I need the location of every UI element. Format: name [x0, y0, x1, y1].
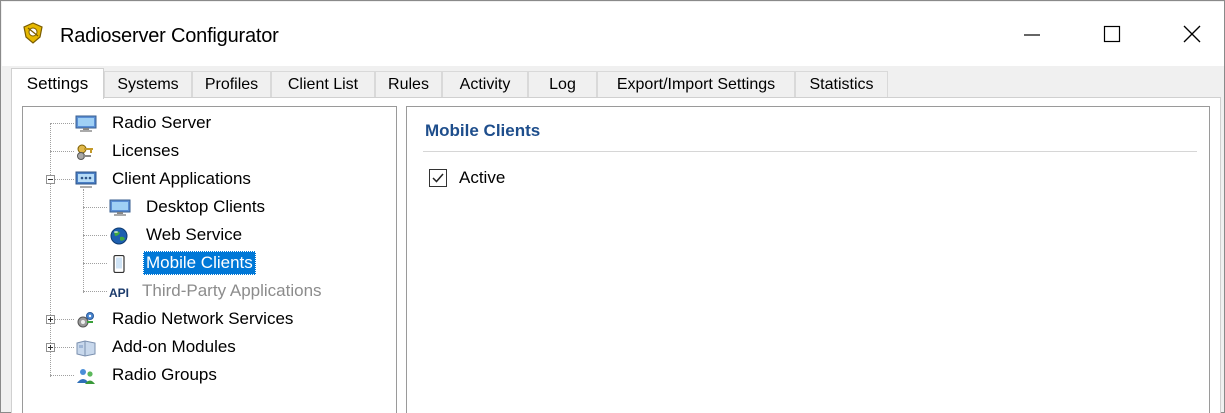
tree-connector: [54, 179, 74, 180]
tree-connector: [50, 123, 74, 124]
collapse-client-applications-toggle[interactable]: [46, 175, 55, 184]
monitor-icon: [109, 199, 131, 217]
monitor-icon: [75, 115, 97, 133]
tree-connector: [83, 207, 107, 208]
mobile-phone-icon: [111, 254, 131, 274]
tree-item-label: Client Applications: [112, 169, 251, 188]
tree-item-label: Desktop Clients: [146, 197, 266, 216]
tree-item-web-service[interactable]: Web Service: [109, 223, 389, 249]
settings-content: Radio Server Licenses Client Application…: [11, 98, 1221, 413]
tab-systems[interactable]: Systems: [104, 71, 192, 98]
tree-item-label: Mobile Clients: [143, 251, 256, 275]
tree-item-radio-server[interactable]: Radio Server: [75, 111, 375, 137]
tree-item-radio-groups[interactable]: Radio Groups: [75, 363, 375, 389]
tree-item-desktop-clients[interactable]: Desktop Clients: [109, 195, 389, 221]
settings-tree[interactable]: Radio Server Licenses Client Application…: [22, 106, 397, 413]
maximize-icon: [1103, 25, 1121, 43]
tab-settings[interactable]: Settings: [11, 68, 104, 99]
minimize-button[interactable]: [992, 2, 1072, 66]
tree-connector: [50, 151, 74, 152]
expand-add-on-modules-toggle[interactable]: [46, 343, 55, 352]
tree-item-client-applications[interactable]: Client Applications: [75, 167, 375, 193]
tree-item-third-party-applications[interactable]: API Third-Party Applications: [109, 279, 389, 305]
tree-item-add-on-modules[interactable]: Add-on Modules: [75, 335, 375, 361]
users-group-icon: [75, 367, 95, 385]
tree-item-radio-network-services[interactable]: Radio Network Services: [75, 307, 375, 333]
expand-radio-network-services-toggle[interactable]: [46, 315, 55, 324]
tree-item-label: Third-Party Applications: [142, 281, 322, 300]
tree-item-label: Add-on Modules: [112, 337, 236, 356]
app-window: Radioserver Configurator Settings System…: [0, 0, 1225, 413]
tree-connector: [54, 319, 74, 320]
tab-rules[interactable]: Rules: [375, 71, 442, 98]
checkmark-icon: [432, 173, 444, 183]
active-checkbox[interactable]: [429, 169, 447, 187]
globe-icon: [109, 227, 129, 245]
tab-log[interactable]: Log: [528, 71, 597, 98]
tree-connector: [83, 235, 107, 236]
minimize-icon: [1024, 34, 1040, 36]
tree-connector: [83, 189, 84, 293]
modules-icon: [75, 339, 96, 357]
radioserver-shield-icon: [22, 22, 44, 44]
mobile-clients-panel: Mobile Clients Active: [406, 106, 1210, 413]
tree-connector: [50, 123, 51, 377]
keys-icon: [75, 143, 95, 161]
tab-statistics[interactable]: Statistics: [795, 71, 888, 98]
tree-item-label: Radio Server: [112, 113, 212, 132]
close-button[interactable]: [1152, 2, 1225, 66]
tree-connector: [54, 347, 74, 348]
close-icon: [1183, 25, 1201, 43]
tree-item-mobile-clients[interactable]: Mobile Clients: [109, 251, 389, 277]
tree-connector: [83, 291, 107, 292]
maximize-button[interactable]: [1072, 2, 1152, 66]
client-apps-icon: [75, 171, 97, 189]
tab-client-list[interactable]: Client List: [271, 71, 375, 98]
tree-item-label: Radio Groups: [112, 365, 217, 384]
gears-icon: [75, 311, 95, 329]
window-title: Radioserver Configurator: [60, 25, 279, 47]
section-title: Mobile Clients: [425, 121, 541, 140]
active-checkbox-label[interactable]: Active: [459, 167, 505, 189]
tree-item-licenses[interactable]: Licenses: [75, 139, 375, 165]
tree-item-label: Radio Network Services: [112, 309, 294, 328]
tree-item-label: Web Service: [146, 225, 243, 244]
tab-profiles[interactable]: Profiles: [192, 71, 271, 98]
section-divider: [423, 151, 1197, 152]
tree-connector: [50, 375, 74, 376]
api-icon: API: [109, 286, 130, 300]
title-bar[interactable]: Radioserver Configurator: [2, 2, 1224, 66]
tab-export-import-settings[interactable]: Export/Import Settings: [597, 71, 795, 98]
tab-strip: Settings Systems Profiles Client List Ru…: [11, 68, 1221, 99]
tree-connector: [83, 263, 107, 264]
tab-activity[interactable]: Activity: [442, 71, 528, 98]
tree-item-label: Licenses: [112, 141, 180, 160]
